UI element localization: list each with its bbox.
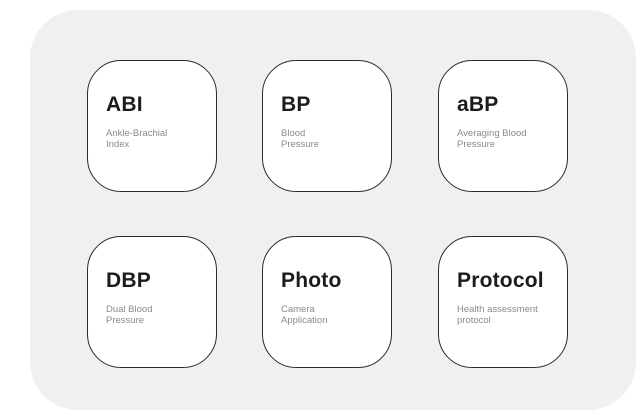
tile-subtitle: Camera Application: [281, 304, 328, 326]
tile-title: aBP: [457, 93, 499, 116]
tile-bp[interactable]: BP Blood Pressure: [262, 60, 392, 192]
tile-protocol[interactable]: Protocol Health assessment protocol: [438, 236, 568, 368]
tile-title: BP: [281, 93, 311, 116]
tile-abp[interactable]: aBP Averaging Blood Pressure: [438, 60, 568, 192]
tile-title: ABI: [106, 93, 143, 116]
tile-subtitle: Blood Pressure: [281, 128, 320, 150]
tile-title: DBP: [106, 269, 151, 292]
tile-abi[interactable]: ABI Ankle-Brachial Index: [87, 60, 217, 192]
app-selector-panel: ABI Ankle-Brachial Index BP Blood Pressu…: [30, 10, 636, 410]
tile-photo[interactable]: Photo Camera Application: [262, 236, 392, 368]
tile-subtitle: Health assessment protocol: [457, 304, 538, 326]
tile-dbp[interactable]: DBP Dual Blood Pressure: [87, 236, 217, 368]
tile-subtitle: Ankle-Brachial Index: [106, 128, 168, 150]
tile-subtitle: Dual Blood Pressure: [106, 304, 153, 326]
tile-title: Protocol: [457, 269, 544, 292]
tile-title: Photo: [281, 269, 342, 292]
tile-subtitle: Averaging Blood Pressure: [457, 128, 527, 150]
